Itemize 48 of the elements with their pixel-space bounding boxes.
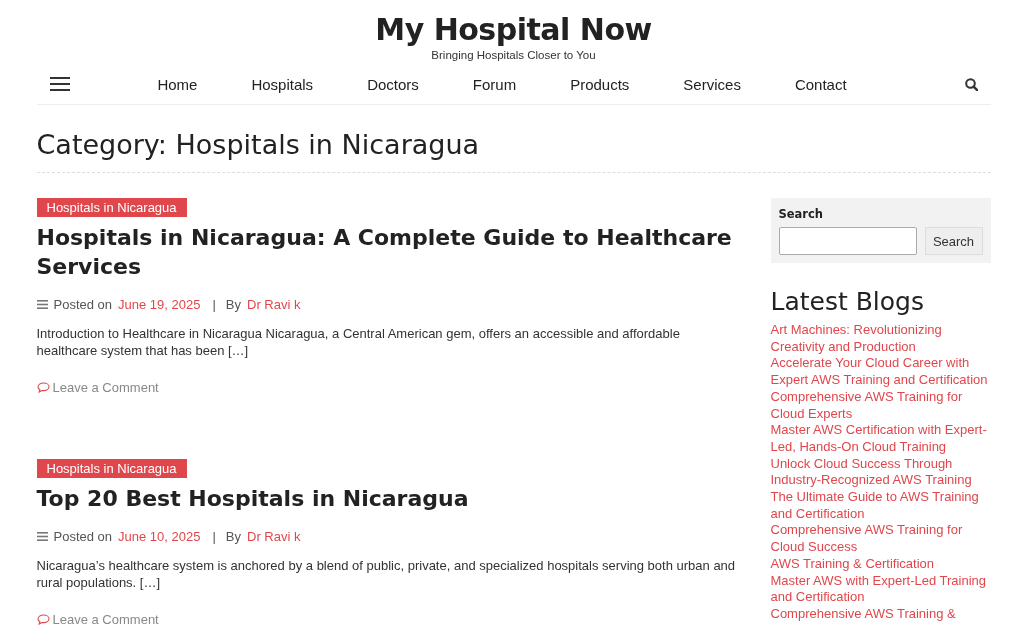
author-link[interactable]: Dr Ravi k [247, 529, 301, 544]
search-field[interactable] [778, 227, 917, 255]
menu-icon [49, 77, 70, 91]
blog-link[interactable]: Art Machines: Revolutionizing Creativity and Production [770, 322, 991, 356]
post-title[interactable]: Hospitals in Nicaragua: A Complete Guide to Healthcare Services [36, 223, 737, 281]
search-label: Search [778, 207, 825, 221]
nav-link[interactable]: Hospitals [224, 75, 341, 93]
list-icon [36, 300, 48, 309]
site-tagline: Bringing Hospitals Closer to You [431, 49, 596, 61]
category-tag[interactable]: Hospitals in Nicaragua [36, 198, 187, 217]
meta-separator: | [212, 529, 216, 544]
search-icon [964, 77, 978, 91]
blog-link[interactable]: Comprehensive AWS Training for Cloud Success [770, 522, 991, 556]
blog-link[interactable]: The Ultimate Guide to AWS Training and Certification [770, 489, 991, 523]
nav-link[interactable]: Contact [767, 75, 874, 93]
speech-bubble-icon [36, 614, 50, 625]
site-title[interactable]: My Hospital Now [375, 12, 652, 48]
by-label: By [225, 297, 241, 312]
blog-link[interactable]: Master AWS Certification with Expert-Led, Hands-On Cloud Training [770, 422, 991, 456]
nav-link[interactable]: Forum [445, 75, 544, 93]
nav-link[interactable]: Products [543, 75, 657, 93]
blog-link[interactable]: Accelerate Your Cloud Career with Expert AWS Training and Certification [770, 355, 991, 389]
blog-link[interactable]: Master AWS with Expert-Led Training and Certification [770, 572, 991, 606]
post-title[interactable]: Top 20 Best Hospitals in Nicaragua [36, 484, 737, 513]
comment-link[interactable]: Leave a Comment [36, 380, 159, 395]
post-date[interactable]: June 10, 2025 [118, 529, 201, 544]
search-submit-button[interactable]: Search [924, 227, 983, 255]
nav-link[interactable]: Doctors [340, 75, 446, 93]
blog-link[interactable]: Comprehensive AWS Training for Cloud Experts [770, 388, 991, 423]
meta-separator: | [212, 297, 216, 312]
list-icon [36, 532, 48, 541]
by-label: By [225, 529, 241, 544]
widget-heading: Latest Blogs [770, 287, 925, 316]
blog-link[interactable]: Comprehensive AWS Training & [770, 605, 991, 623]
posted-label: Posted on [53, 529, 113, 544]
category-tag[interactable]: Hospitals in Nicaragua [36, 459, 187, 478]
post-date[interactable]: June 19, 2025 [118, 297, 201, 312]
page-title: Category: Hospitals in Nicaragua [36, 105, 991, 173]
blog-link[interactable]: Unlock Cloud Success Through Industry-Recognized AWS Training [770, 455, 991, 490]
blog-link[interactable]: AWS Training & Certification [770, 555, 991, 573]
speech-bubble-icon [36, 382, 50, 393]
post-excerpt: Nicaragua’s healthcare system is anchored by a blend of public, private, and specialized hospitals serving both urban and rural populations. […] [36, 557, 737, 591]
post-excerpt: Introduction to Healthcare in Nicaragua Nicaragua, a Central American gem, offers an accessible and affordable healthcare system that has been […] [36, 325, 681, 359]
nav-link[interactable]: Home [130, 75, 225, 93]
author-link[interactable]: Dr Ravi k [247, 297, 301, 312]
nav-link[interactable]: Services [656, 75, 768, 93]
posted-label: Posted on [53, 297, 113, 312]
comment-link[interactable]: Leave a Comment [36, 612, 159, 627]
